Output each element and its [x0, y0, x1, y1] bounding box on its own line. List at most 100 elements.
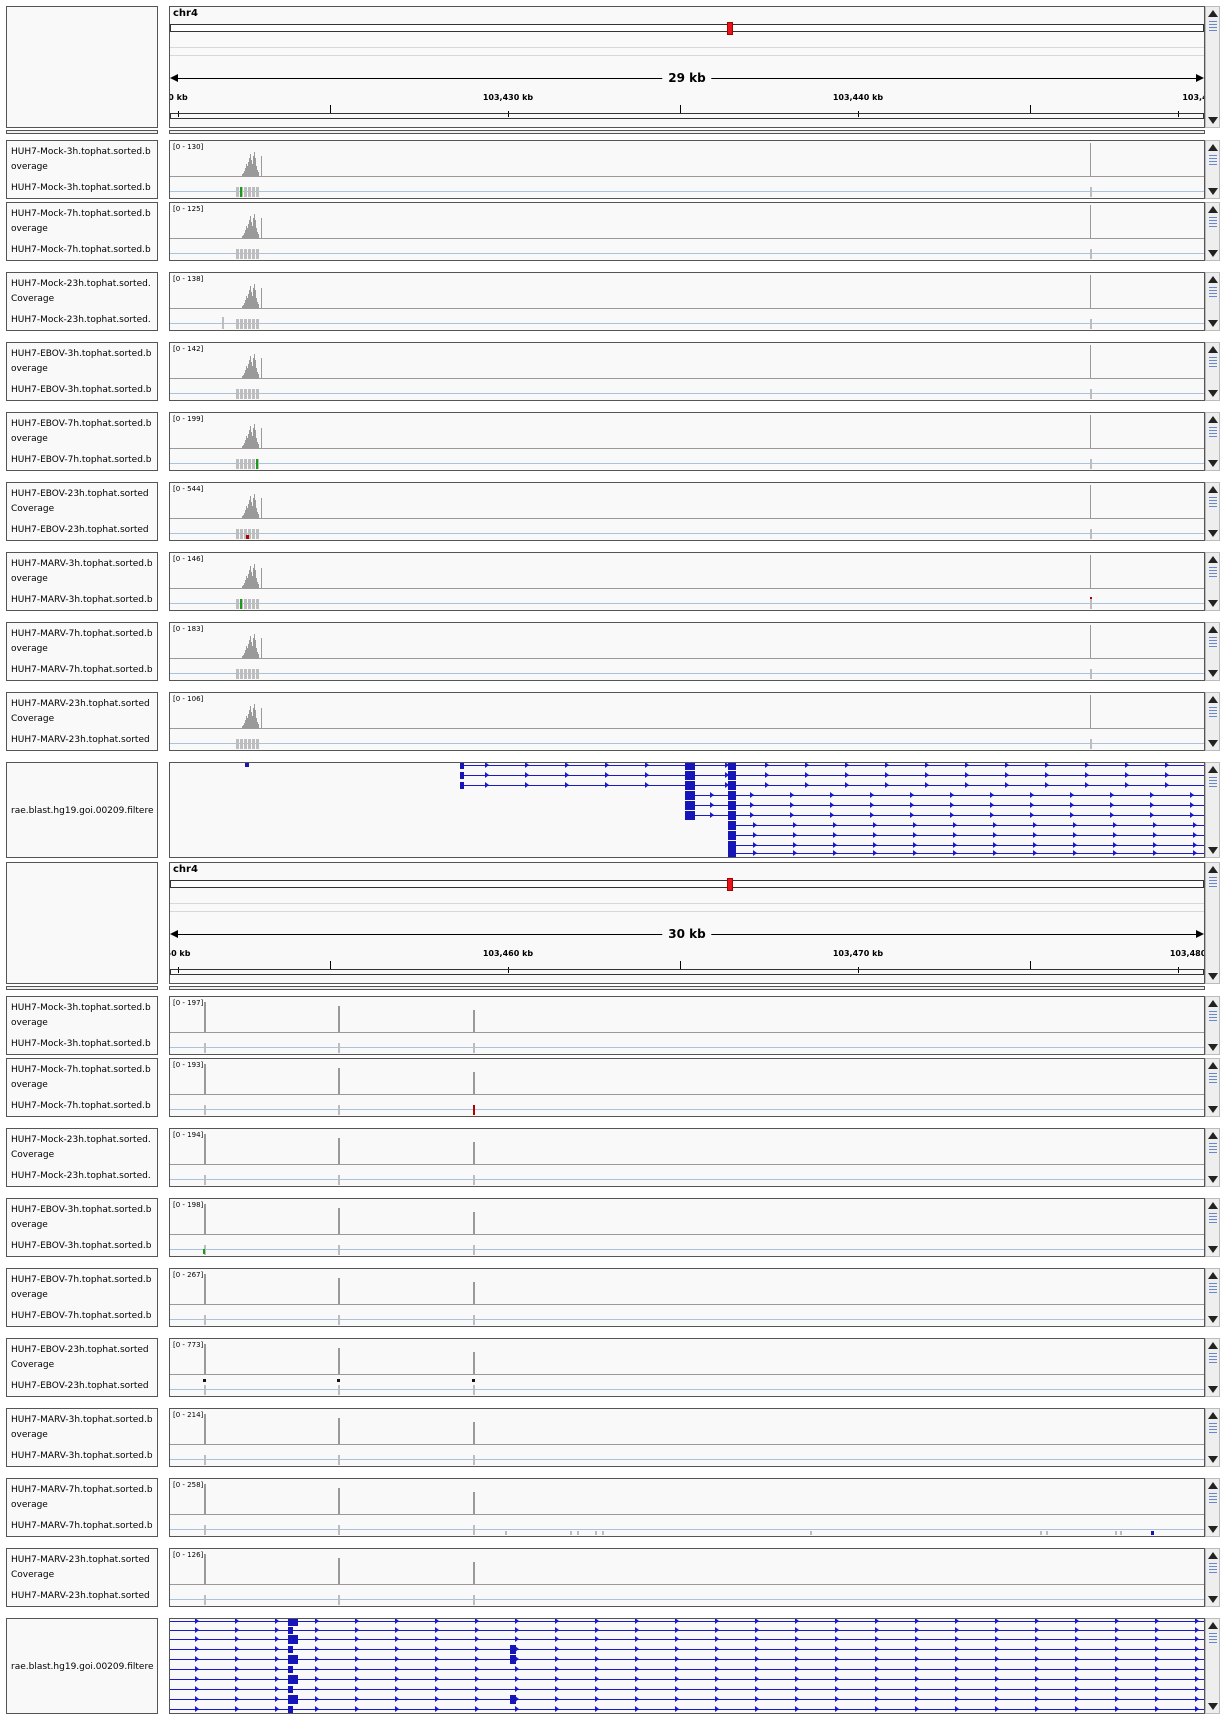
scroll-thumb[interactable]	[1209, 287, 1217, 303]
alignment-track-name[interactable]: HUH7-MARV-3h.tophat.sorted.b	[11, 595, 155, 606]
gene-track-name[interactable]: rae.blast.hg19.goi.00209.filtere	[11, 806, 155, 817]
transcript-line[interactable]	[170, 1679, 1204, 1680]
transcript-line[interactable]	[170, 1639, 1204, 1640]
alignment-track-name[interactable]: HUH7-EBOV-23h.tophat.sorted	[11, 525, 155, 536]
transcript-line[interactable]	[685, 795, 1204, 796]
scroll-thumb[interactable]	[1209, 1563, 1217, 1579]
scroll-thumb[interactable]	[1209, 1283, 1217, 1299]
track-scrollbar[interactable]	[1205, 412, 1220, 471]
transcript-line[interactable]	[170, 1621, 1204, 1622]
coverage-track-name[interactable]: HUH7-EBOV-7h.tophat.sorted.b	[11, 419, 155, 430]
scroll-down-icon[interactable]	[1208, 1526, 1218, 1533]
transcript-line[interactable]	[170, 1649, 1204, 1650]
coverage-track-name-suffix[interactable]: overage	[11, 1430, 155, 1441]
coverage-track-name-suffix[interactable]: overage	[11, 1500, 155, 1511]
scroll-up-icon[interactable]	[1208, 1482, 1218, 1489]
coverage-track-name[interactable]: HUH7-MARV-3h.tophat.sorted.b	[11, 559, 155, 570]
gene-track-scrollbar[interactable]	[1205, 762, 1220, 858]
coverage-track-name-suffix[interactable]: Coverage	[11, 294, 155, 305]
transcript-line[interactable]	[460, 775, 1204, 776]
scroll-up-icon[interactable]	[1208, 416, 1218, 423]
coverage-track-name[interactable]: HUH7-MARV-3h.tophat.sorted.b	[11, 1415, 155, 1426]
gene-track-name[interactable]: rae.blast.hg19.goi.00209.filtere	[11, 1662, 155, 1673]
track-name-panel[interactable]: HUH7-Mock-3h.tophat.sorted.b overage HUH7-…	[6, 996, 158, 1055]
gene-exon[interactable]	[510, 1645, 516, 1654]
coverage-track-name[interactable]: HUH7-Mock-7h.tophat.sorted.b	[11, 209, 155, 220]
track-name-panel[interactable]: HUH7-EBOV-7h.tophat.sorted.b overage HUH7-…	[6, 412, 158, 471]
track-name-panel[interactable]: HUH7-Mock-7h.tophat.sorted.b overage HUH7-…	[6, 202, 158, 261]
scroll-down-icon[interactable]	[1208, 600, 1218, 607]
gene-exon[interactable]	[510, 1695, 516, 1704]
scroll-thumb[interactable]	[1209, 497, 1217, 513]
scroll-down-icon[interactable]	[1208, 320, 1218, 327]
scroll-down-icon[interactable]	[1208, 1246, 1218, 1253]
alignment-track-name[interactable]: HUH7-Mock-3h.tophat.sorted.b	[11, 183, 155, 194]
track-name-panel[interactable]: HUH7-MARV-23h.tophat.sorted Coverage HUH7-…	[6, 1548, 158, 1607]
track-scrollbar[interactable]	[1205, 272, 1220, 331]
scroll-down-icon[interactable]	[1208, 188, 1218, 195]
track-scrollbar[interactable]	[1205, 1198, 1220, 1257]
track-data-panel[interactable]: [0 - 194]	[169, 1128, 1205, 1187]
coverage-track-name[interactable]: HUH7-Mock-23h.tophat.sorted.	[11, 279, 155, 290]
track-data-panel[interactable]: [0 - 126]	[169, 1548, 1205, 1607]
track-scrollbar[interactable]	[1205, 202, 1220, 261]
scroll-down-icon[interactable]	[1208, 1456, 1218, 1463]
coverage-track-name-suffix[interactable]: overage	[11, 1080, 155, 1091]
track-scrollbar[interactable]	[1205, 1128, 1220, 1187]
scroll-thumb[interactable]	[1209, 357, 1217, 373]
track-scrollbar[interactable]	[1205, 1338, 1220, 1397]
coverage-track-name-suffix[interactable]: overage	[11, 1220, 155, 1231]
coverage-track-name-suffix[interactable]: overage	[11, 162, 155, 173]
coverage-track-name[interactable]: HUH7-EBOV-23h.tophat.sorted	[11, 1345, 155, 1356]
gene-exon[interactable]	[728, 763, 736, 770]
scroll-up-icon[interactable]	[1208, 1412, 1218, 1419]
alignment-track-name[interactable]: HUH7-EBOV-3h.tophat.sorted.b	[11, 385, 155, 396]
track-data-panel[interactable]: [0 - 267]	[169, 1268, 1205, 1327]
scroll-up-icon[interactable]	[1208, 486, 1218, 493]
track-scrollbar[interactable]	[1205, 342, 1220, 401]
scroll-down-icon[interactable]	[1208, 250, 1218, 257]
track-name-panel[interactable]: HUH7-MARV-3h.tophat.sorted.b overage HUH7-…	[6, 1408, 158, 1467]
track-data-panel[interactable]: [0 - 214]	[169, 1408, 1205, 1467]
track-name-panel[interactable]: HUH7-EBOV-3h.tophat.sorted.b overage HUH7-…	[6, 1198, 158, 1257]
gene-exon[interactable]	[685, 801, 695, 810]
scroll-up-icon[interactable]	[1208, 766, 1218, 773]
coverage-track-name-suffix[interactable]: Coverage	[11, 714, 155, 725]
scroll-thumb[interactable]	[1209, 1213, 1217, 1229]
gene-exon[interactable]	[288, 1666, 293, 1673]
alignment-track-name[interactable]: HUH7-EBOV-7h.tophat.sorted.b	[11, 1311, 155, 1322]
track-data-panel[interactable]: [0 - 258]	[169, 1478, 1205, 1537]
scroll-down-icon[interactable]	[1208, 847, 1218, 854]
track-name-panel[interactable]: HUH7-Mock-7h.tophat.sorted.b overage HUH7-…	[6, 1058, 158, 1117]
coverage-track-name-suffix[interactable]: Coverage	[11, 1360, 155, 1371]
track-scrollbar[interactable]	[1205, 996, 1220, 1055]
scroll-up-icon[interactable]	[1208, 1000, 1218, 1007]
panel-separator[interactable]	[6, 986, 158, 990]
gene-exon[interactable]	[728, 781, 736, 790]
gene-exon[interactable]	[288, 1675, 298, 1684]
scroll-thumb[interactable]	[1209, 637, 1217, 653]
scroll-thumb[interactable]	[1209, 1633, 1217, 1649]
coverage-track-name[interactable]: HUH7-MARV-23h.tophat.sorted	[11, 1555, 155, 1566]
gene-exon[interactable]	[728, 831, 736, 840]
gene-exon[interactable]	[728, 811, 736, 820]
scroll-thumb[interactable]	[1209, 777, 1217, 793]
scroll-up-icon[interactable]	[1208, 1272, 1218, 1279]
gene-exon[interactable]	[460, 772, 464, 779]
track-scrollbar[interactable]	[1205, 1478, 1220, 1537]
scroll-up-icon[interactable]	[1208, 866, 1218, 873]
coverage-track-name-suffix[interactable]: overage	[11, 364, 155, 375]
coverage-track-name[interactable]: HUH7-MARV-23h.tophat.sorted	[11, 699, 155, 710]
alignment-track-name[interactable]: HUH7-Mock-7h.tophat.sorted.b	[11, 1101, 155, 1112]
scroll-down-icon[interactable]	[1208, 973, 1218, 980]
track-data-panel[interactable]: [0 - 125]	[169, 202, 1205, 261]
gene-exon[interactable]	[460, 782, 464, 789]
alignment-track-name[interactable]: HUH7-MARV-7h.tophat.sorted.b	[11, 1521, 155, 1532]
scroll-up-icon[interactable]	[1208, 1622, 1218, 1629]
track-data-panel[interactable]: [0 - 146]	[169, 552, 1205, 611]
track-data-panel[interactable]: [0 - 183]	[169, 622, 1205, 681]
scroll-down-icon[interactable]	[1208, 1176, 1218, 1183]
gene-exon[interactable]	[288, 1619, 298, 1626]
gene-exon[interactable]	[288, 1635, 298, 1644]
transcript-line[interactable]	[728, 835, 1204, 836]
